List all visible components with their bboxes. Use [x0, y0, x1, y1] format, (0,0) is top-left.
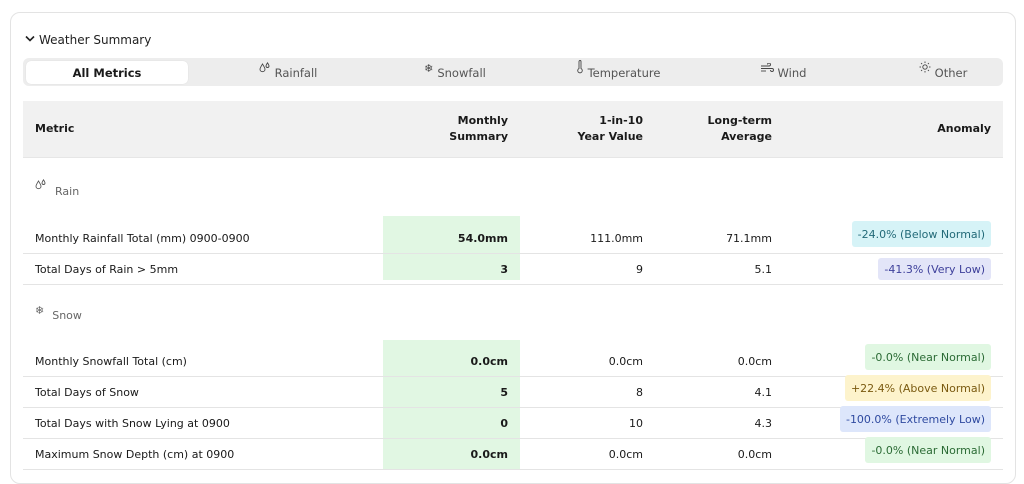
tab-rainfall[interactable]: Rainfall	[213, 61, 363, 84]
monthly-value: 3	[500, 262, 508, 276]
anomaly-badge: -0.0% (Near Normal)	[865, 437, 991, 463]
tab-other[interactable]: Other	[868, 61, 1018, 84]
header-monthly-summary: Monthly Summary	[449, 114, 508, 143]
anomaly-badge: -100.0% (Extremely Low)	[839, 406, 991, 432]
average-value: 0.0cm	[737, 447, 772, 461]
tab-wind[interactable]: Wind	[708, 61, 858, 84]
table-row: Monthly Snowfall Total (cm) 0.0cm 0.0cm …	[23, 344, 1003, 377]
snowflake-icon: ❄	[424, 62, 434, 75]
table-row: Total Days with Snow Lying at 0900 0 10 …	[23, 406, 1003, 439]
average-value: 5.1	[754, 262, 773, 276]
metric-name: Total Days of Rain > 5mm	[35, 262, 179, 276]
metric-name: Maximum Snow Depth (cm) at 0900	[35, 447, 235, 461]
tab-label: All Metrics	[72, 65, 142, 80]
table-row: Monthly Rainfall Total (mm) 0900-0900 54…	[23, 221, 1003, 254]
header-1-in-10-year-value: 1-in-10 Year Value	[577, 114, 644, 143]
one-in-ten-value: 10	[629, 416, 643, 430]
metric-name: Total Days with Snow Lying at 0900	[35, 416, 230, 430]
section-label-rain: Rain	[35, 178, 79, 201]
tab-label: Wind	[777, 65, 807, 80]
table-row: Total Days of Rain > 5mm 3 9 5.1 -41.3% …	[23, 254, 1003, 285]
average-value: 4.3	[754, 416, 773, 430]
monthly-value: 0	[500, 416, 508, 430]
weather-summary-toggle[interactable]: Weather Summary	[25, 30, 151, 50]
tab-label: Temperature	[587, 65, 661, 80]
snowflake-icon: ❄	[35, 303, 45, 317]
chevron-down-icon	[25, 32, 35, 42]
monthly-value: 54.0mm	[457, 231, 508, 245]
average-value: 0.0cm	[737, 354, 772, 368]
tab-label: Rainfall	[274, 65, 318, 80]
header-anomaly: Anomaly	[937, 122, 991, 135]
monthly-value: 5	[500, 385, 508, 399]
raindrops-icon	[259, 61, 271, 80]
anomaly-badge: +22.4% (Above Normal)	[844, 375, 991, 401]
tab-snowfall[interactable]: ❄ Snowfall	[380, 61, 530, 84]
one-in-ten-value: 0.0cm	[608, 447, 643, 461]
tab-all-metrics[interactable]: All Metrics	[26, 61, 188, 84]
one-in-ten-value: 8	[636, 385, 643, 399]
one-in-ten-value: 9	[636, 262, 643, 276]
raindrops-icon	[35, 178, 47, 198]
table-header: Metric Monthly Summary 1-in-10 Year Value …	[23, 101, 1003, 158]
anomaly-badge: -41.3% (Very Low)	[878, 258, 991, 280]
metric-name: Monthly Rainfall Total (mm) 0900-0900	[35, 231, 250, 245]
anomaly-badge: -0.0% (Near Normal)	[865, 344, 991, 370]
anomaly-badge: -24.0% (Below Normal)	[851, 221, 991, 247]
header-long-term-average: Long-term Average	[707, 114, 772, 143]
one-in-ten-value: 0.0cm	[608, 354, 643, 368]
section-label-snow: ❄ Snow	[35, 303, 82, 322]
sun-icon	[919, 61, 931, 80]
table-row: Total Days of Snow 5 8 4.1 +22.4% (Above…	[23, 375, 1003, 408]
monthly-value: 0.0cm	[470, 447, 508, 461]
weather-summary-title: Weather Summary	[39, 33, 152, 47]
metric-name: Total Days of Snow	[35, 385, 139, 399]
one-in-ten-value: 111.0mm	[590, 231, 643, 245]
metric-name: Monthly Snowfall Total (cm)	[35, 354, 187, 368]
tab-label: Snowfall	[437, 65, 486, 80]
tab-label: Other	[934, 65, 968, 80]
average-value: 4.1	[754, 385, 773, 399]
monthly-value: 0.0cm	[470, 354, 508, 368]
wind-icon	[760, 62, 774, 80]
average-value: 71.1mm	[726, 231, 772, 245]
tab-temperature[interactable]: Temperature	[543, 60, 693, 84]
thermometer-icon	[576, 60, 584, 81]
metric-tabs: All Metrics Rainfall ❄ Snowfall Temperat…	[23, 58, 1003, 86]
header-metric: Metric	[35, 122, 75, 135]
table-row: Maximum Snow Depth (cm) at 0900 0.0cm 0.…	[23, 437, 1003, 470]
